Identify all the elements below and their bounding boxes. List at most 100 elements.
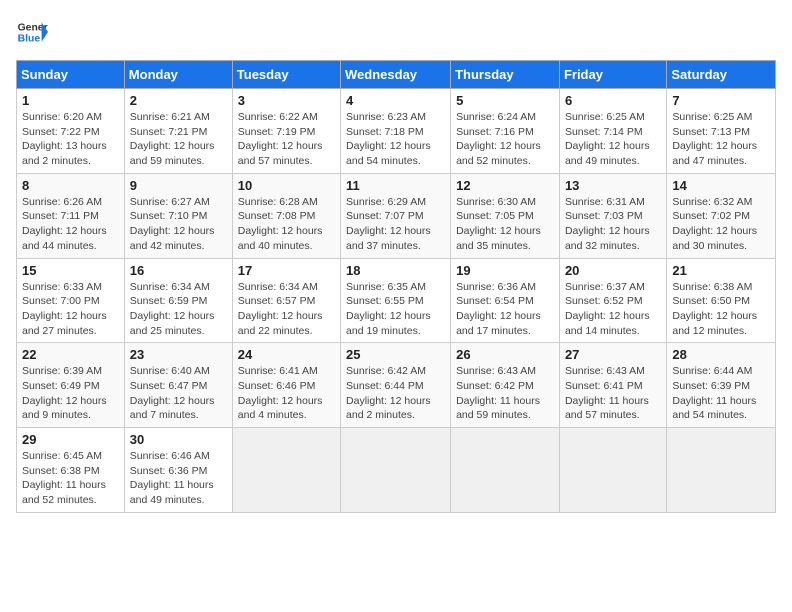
header: General Blue — [16, 16, 776, 48]
week-row-4: 22Sunrise: 6:39 AM Sunset: 6:49 PM Dayli… — [17, 343, 776, 428]
day-number: 20 — [565, 263, 661, 278]
day-number: 10 — [238, 178, 335, 193]
day-number: 28 — [672, 347, 770, 362]
calendar-table: SundayMondayTuesdayWednesdayThursdayFrid… — [16, 60, 776, 513]
day-cell-7: 7 Sunrise: 6:25 AM Sunset: 7:13 PM Daylig… — [667, 89, 776, 174]
day-number: 2 — [130, 93, 227, 108]
day-info: Sunrise: 6:39 AM Sunset: 6:49 PM Dayligh… — [22, 364, 119, 423]
empty-cell — [667, 428, 776, 513]
day-number: 7 — [672, 93, 770, 108]
day-cell-15: 15 Sunrise: 6:33 AM Sunset: 7:00 PM Dayli… — [17, 258, 125, 343]
day-number: 13 — [565, 178, 661, 193]
day-cell-18: 18Sunrise: 6:35 AM Sunset: 6:55 PM Dayli… — [341, 258, 451, 343]
day-info: Sunrise: 6:44 AM Sunset: 6:39 PM Dayligh… — [672, 364, 770, 423]
day-cell-30: 30 Sunrise: 6:46 AM Sunset: 6:36 PM Dayli… — [124, 428, 232, 513]
day-info: Sunrise: 6:32 AM Sunset: 7:02 PM Dayligh… — [672, 195, 770, 254]
day-cell-5: 5 Sunrise: 6:24 AM Sunset: 7:16 PM Daylig… — [451, 89, 560, 174]
weekday-header-row: SundayMondayTuesdayWednesdayThursdayFrid… — [17, 61, 776, 89]
day-cell-25: 25 Sunrise: 6:42 AM Sunset: 6:44 PM Dayli… — [341, 343, 451, 428]
week-row-1: 1 Sunrise: 6:20 AM Sunset: 7:22 PM Daylig… — [17, 89, 776, 174]
day-info: Sunrise: 6:43 AM Sunset: 6:41 PM Dayligh… — [565, 364, 661, 423]
day-number: 21 — [672, 263, 770, 278]
day-number: 5 — [456, 93, 554, 108]
day-info: Sunrise: 6:40 AM Sunset: 6:47 PM Dayligh… — [130, 364, 227, 423]
logo: General Blue — [16, 16, 48, 48]
day-info: Sunrise: 6:21 AM Sunset: 7:21 PM Dayligh… — [130, 110, 227, 169]
day-cell-2: 2 Sunrise: 6:21 AM Sunset: 7:21 PM Daylig… — [124, 89, 232, 174]
day-number: 12 — [456, 178, 554, 193]
empty-cell — [559, 428, 666, 513]
day-info: Sunrise: 6:28 AM Sunset: 7:08 PM Dayligh… — [238, 195, 335, 254]
weekday-header-friday: Friday — [559, 61, 666, 89]
day-cell-22: 22Sunrise: 6:39 AM Sunset: 6:49 PM Dayli… — [17, 343, 125, 428]
day-cell-16: 16Sunrise: 6:34 AM Sunset: 6:59 PM Dayli… — [124, 258, 232, 343]
empty-cell — [451, 428, 560, 513]
day-number: 8 — [22, 178, 119, 193]
day-cell-17: 17 Sunrise: 6:34 AM Sunset: 6:57 PM Dayli… — [232, 258, 340, 343]
day-number: 18 — [346, 263, 445, 278]
day-number: 11 — [346, 178, 445, 193]
day-info: Sunrise: 6:25 AM Sunset: 7:13 PM Dayligh… — [672, 110, 770, 169]
week-row-5: 29 Sunrise: 6:45 AM Sunset: 6:38 PM Dayli… — [17, 428, 776, 513]
day-cell-12: 12Sunrise: 6:30 AM Sunset: 7:05 PM Dayli… — [451, 173, 560, 258]
day-info: Sunrise: 6:45 AM Sunset: 6:38 PM Dayligh… — [22, 449, 119, 508]
day-cell-10: 10 Sunrise: 6:28 AM Sunset: 7:08 PM Dayli… — [232, 173, 340, 258]
day-number: 25 — [346, 347, 445, 362]
day-cell-11: 11 Sunrise: 6:29 AM Sunset: 7:07 PM Dayli… — [341, 173, 451, 258]
day-cell-21: 21 Sunrise: 6:38 AM Sunset: 6:50 PM Dayli… — [667, 258, 776, 343]
day-info: Sunrise: 6:34 AM Sunset: 6:59 PM Dayligh… — [130, 280, 227, 339]
day-number: 29 — [22, 432, 119, 447]
day-cell-28: 28 Sunrise: 6:44 AM Sunset: 6:39 PM Dayli… — [667, 343, 776, 428]
weekday-header-tuesday: Tuesday — [232, 61, 340, 89]
day-cell-23: 23 Sunrise: 6:40 AM Sunset: 6:47 PM Dayli… — [124, 343, 232, 428]
day-number: 17 — [238, 263, 335, 278]
day-number: 27 — [565, 347, 661, 362]
day-cell-9: 9Sunrise: 6:27 AM Sunset: 7:10 PM Daylig… — [124, 173, 232, 258]
week-row-2: 8 Sunrise: 6:26 AM Sunset: 7:11 PM Daylig… — [17, 173, 776, 258]
day-info: Sunrise: 6:36 AM Sunset: 6:54 PM Dayligh… — [456, 280, 554, 339]
weekday-header-sunday: Sunday — [17, 61, 125, 89]
day-info: Sunrise: 6:20 AM Sunset: 7:22 PM Dayligh… — [22, 110, 119, 169]
day-cell-4: 4Sunrise: 6:23 AM Sunset: 7:18 PM Daylig… — [341, 89, 451, 174]
empty-cell — [341, 428, 451, 513]
weekday-header-thursday: Thursday — [451, 61, 560, 89]
day-cell-19: 19 Sunrise: 6:36 AM Sunset: 6:54 PM Dayli… — [451, 258, 560, 343]
week-row-3: 15 Sunrise: 6:33 AM Sunset: 7:00 PM Dayli… — [17, 258, 776, 343]
day-info: Sunrise: 6:46 AM Sunset: 6:36 PM Dayligh… — [130, 449, 227, 508]
day-info: Sunrise: 6:41 AM Sunset: 6:46 PM Dayligh… — [238, 364, 335, 423]
day-info: Sunrise: 6:24 AM Sunset: 7:16 PM Dayligh… — [456, 110, 554, 169]
day-info: Sunrise: 6:34 AM Sunset: 6:57 PM Dayligh… — [238, 280, 335, 339]
day-cell-3: 3 Sunrise: 6:22 AM Sunset: 7:19 PM Daylig… — [232, 89, 340, 174]
day-info: Sunrise: 6:33 AM Sunset: 7:00 PM Dayligh… — [22, 280, 119, 339]
weekday-header-wednesday: Wednesday — [341, 61, 451, 89]
day-info: Sunrise: 6:37 AM Sunset: 6:52 PM Dayligh… — [565, 280, 661, 339]
day-info: Sunrise: 6:26 AM Sunset: 7:11 PM Dayligh… — [22, 195, 119, 254]
day-info: Sunrise: 6:27 AM Sunset: 7:10 PM Dayligh… — [130, 195, 227, 254]
day-info: Sunrise: 6:38 AM Sunset: 6:50 PM Dayligh… — [672, 280, 770, 339]
day-number: 26 — [456, 347, 554, 362]
weekday-header-monday: Monday — [124, 61, 232, 89]
day-cell-1: 1 Sunrise: 6:20 AM Sunset: 7:22 PM Daylig… — [17, 89, 125, 174]
svg-text:Blue: Blue — [18, 34, 41, 45]
day-number: 30 — [130, 432, 227, 447]
day-cell-29: 29 Sunrise: 6:45 AM Sunset: 6:38 PM Dayli… — [17, 428, 125, 513]
weekday-header-saturday: Saturday — [667, 61, 776, 89]
day-info: Sunrise: 6:22 AM Sunset: 7:19 PM Dayligh… — [238, 110, 335, 169]
day-cell-14: 14Sunrise: 6:32 AM Sunset: 7:02 PM Dayli… — [667, 173, 776, 258]
day-cell-8: 8 Sunrise: 6:26 AM Sunset: 7:11 PM Daylig… — [17, 173, 125, 258]
day-number: 6 — [565, 93, 661, 108]
day-info: Sunrise: 6:43 AM Sunset: 6:42 PM Dayligh… — [456, 364, 554, 423]
day-cell-13: 13 Sunrise: 6:31 AM Sunset: 7:03 PM Dayli… — [559, 173, 666, 258]
day-number: 23 — [130, 347, 227, 362]
day-number: 1 — [22, 93, 119, 108]
day-number: 15 — [22, 263, 119, 278]
day-number: 24 — [238, 347, 335, 362]
day-number: 3 — [238, 93, 335, 108]
day-cell-27: 27 Sunrise: 6:43 AM Sunset: 6:41 PM Dayli… — [559, 343, 666, 428]
day-cell-6: 6Sunrise: 6:25 AM Sunset: 7:14 PM Daylig… — [559, 89, 666, 174]
day-info: Sunrise: 6:29 AM Sunset: 7:07 PM Dayligh… — [346, 195, 445, 254]
day-cell-26: 26 Sunrise: 6:43 AM Sunset: 6:42 PM Dayli… — [451, 343, 560, 428]
day-number: 19 — [456, 263, 554, 278]
day-info: Sunrise: 6:31 AM Sunset: 7:03 PM Dayligh… — [565, 195, 661, 254]
day-info: Sunrise: 6:42 AM Sunset: 6:44 PM Dayligh… — [346, 364, 445, 423]
